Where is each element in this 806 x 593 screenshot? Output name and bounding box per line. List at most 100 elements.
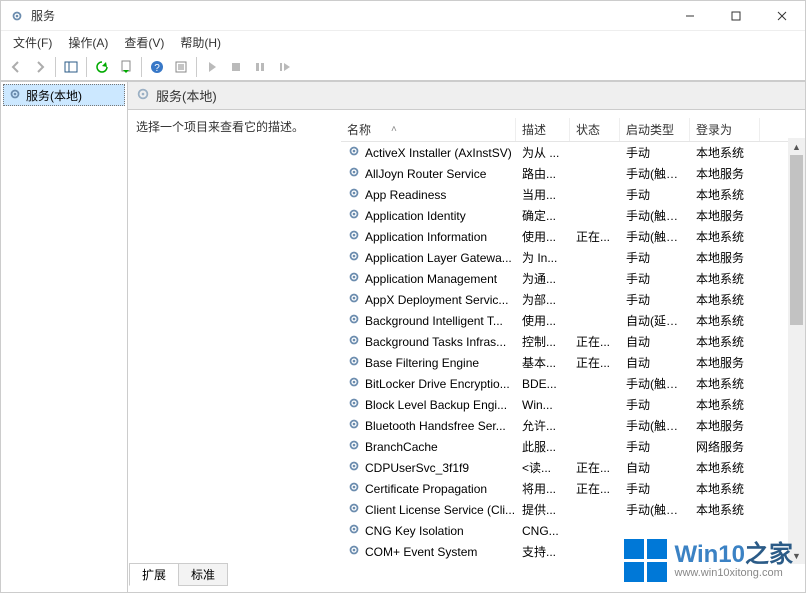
service-row[interactable]: Bluetooth Handsfree Ser...允许...手动(触发...本…	[341, 415, 805, 436]
service-logon: 本地系统	[690, 501, 760, 518]
menu-action[interactable]: 操作(A)	[60, 32, 116, 53]
vertical-scrollbar[interactable]: ▲ ▼	[788, 138, 805, 564]
scroll-down-button[interactable]: ▼	[788, 547, 805, 564]
service-row[interactable]: AllJoyn Router Service路由...手动(触发...本地服务	[341, 163, 805, 184]
service-logon: 本地系统	[690, 186, 760, 203]
service-row[interactable]: AppX Deployment Servic...为部...手动本地系统	[341, 289, 805, 310]
start-service-button[interactable]	[201, 56, 223, 78]
service-row[interactable]: App Readiness当用...手动本地系统	[341, 184, 805, 205]
service-row[interactable]: CNG Key IsolationCNG...	[341, 520, 805, 541]
service-row[interactable]: Block Level Backup Engi...Win...手动本地系统	[341, 394, 805, 415]
svg-text:?: ?	[154, 63, 160, 74]
column-description[interactable]: 描述	[516, 118, 570, 141]
gear-icon	[347, 144, 361, 161]
service-name: BranchCache	[365, 440, 438, 454]
tab-standard[interactable]: 标准	[178, 563, 228, 586]
service-startup: 自动	[620, 333, 690, 350]
column-name[interactable]: 名称	[341, 118, 516, 141]
service-name: Application Information	[365, 230, 487, 244]
gear-icon	[347, 543, 361, 560]
service-logon: 本地系统	[690, 375, 760, 392]
list-pane: 名称 描述 状态 启动类型 登录为 ActiveX Installer (AxI…	[341, 118, 805, 592]
gear-icon	[347, 291, 361, 308]
scroll-up-button[interactable]: ▲	[788, 138, 805, 155]
gear-icon	[347, 438, 361, 455]
window-controls	[667, 1, 805, 31]
service-row[interactable]: CDPUserSvc_3f1f9<读...正在...自动本地系统	[341, 457, 805, 478]
service-desc: 为 In...	[516, 249, 570, 266]
stop-service-button[interactable]	[225, 56, 247, 78]
minimize-button[interactable]	[667, 1, 713, 31]
service-desc: 将用...	[516, 480, 570, 497]
column-startup[interactable]: 启动类型	[620, 118, 690, 141]
service-name: ActiveX Installer (AxInstSV)	[365, 146, 512, 160]
service-row[interactable]: Application Information使用...正在...手动(触发..…	[341, 226, 805, 247]
gear-icon	[347, 228, 361, 245]
menubar: 文件(F) 操作(A) 查看(V) 帮助(H)	[1, 31, 805, 53]
content-area: 选择一个项目来查看它的描述。 名称 描述 状态 启动类型 登录为 ActiveX…	[128, 110, 805, 592]
list-header: 名称 描述 状态 启动类型 登录为	[341, 118, 805, 142]
service-desc: 确定...	[516, 207, 570, 224]
back-button[interactable]	[5, 56, 27, 78]
service-startup: 手动	[620, 144, 690, 161]
tree-root-item[interactable]: 服务(本地)	[3, 84, 125, 106]
service-desc: 允许...	[516, 417, 570, 434]
properties-button[interactable]	[170, 56, 192, 78]
gear-icon	[347, 417, 361, 434]
service-name: CDPUserSvc_3f1f9	[365, 461, 469, 475]
service-desc: 路由...	[516, 165, 570, 182]
column-logon[interactable]: 登录为	[690, 118, 760, 141]
pause-service-button[interactable]	[249, 56, 271, 78]
service-row[interactable]: Application Identity确定...手动(触发...本地服务	[341, 205, 805, 226]
service-row[interactable]: Application Layer Gatewa...为 In...手动本地服务	[341, 247, 805, 268]
service-row[interactable]: ActiveX Installer (AxInstSV)为从 ...手动本地系统	[341, 142, 805, 163]
export-button[interactable]	[115, 56, 137, 78]
service-state: 正在...	[570, 354, 620, 371]
service-row[interactable]: Background Intelligent T...使用...自动(延迟...…	[341, 310, 805, 331]
restart-service-button[interactable]	[273, 56, 295, 78]
menu-view[interactable]: 查看(V)	[116, 32, 172, 53]
service-name: BitLocker Drive Encryptio...	[365, 377, 510, 391]
service-startup: 手动(触发...	[620, 228, 690, 245]
service-row[interactable]: BitLocker Drive Encryptio...BDE...手动(触发.…	[341, 373, 805, 394]
service-row[interactable]: Background Tasks Infras...控制...正在...自动本地…	[341, 331, 805, 352]
service-row[interactable]: Application Management为通...手动本地系统	[341, 268, 805, 289]
window-title: 服务	[31, 7, 55, 24]
show-hide-tree-button[interactable]	[60, 56, 82, 78]
detail-pane: 选择一个项目来查看它的描述。	[136, 118, 341, 592]
gear-icon	[347, 480, 361, 497]
service-row[interactable]: Client License Service (Cli...提供... 手动(触发…	[341, 499, 805, 520]
menu-help[interactable]: 帮助(H)	[172, 32, 229, 53]
gear-icon	[347, 375, 361, 392]
service-row[interactable]: Base Filtering Engine基本...正在...自动本地服务	[341, 352, 805, 373]
right-header-title: 服务(本地)	[156, 86, 217, 105]
service-startup: 自动	[620, 354, 690, 371]
service-startup: 手动	[620, 480, 690, 497]
main-area: 服务(本地) 服务(本地) 选择一个项目来查看它的描述。 名称 描述 状态 启动…	[1, 81, 805, 592]
service-desc: Win...	[516, 398, 570, 412]
refresh-button[interactable]	[91, 56, 113, 78]
menu-file[interactable]: 文件(F)	[5, 32, 60, 53]
tab-extended[interactable]: 扩展	[129, 563, 179, 586]
service-logon: 本地系统	[690, 459, 760, 476]
scroll-thumb[interactable]	[790, 155, 803, 325]
service-name: App Readiness	[365, 188, 446, 202]
service-desc: BDE...	[516, 377, 570, 391]
gear-icon	[347, 459, 361, 476]
gear-icon	[347, 354, 361, 371]
service-logon: 本地服务	[690, 165, 760, 182]
service-row[interactable]: Certificate Propagation将用...正在...手动本地系统	[341, 478, 805, 499]
help-button[interactable]: ?	[146, 56, 168, 78]
list-body[interactable]: ActiveX Installer (AxInstSV)为从 ...手动本地系统…	[341, 142, 805, 592]
service-desc: 提供...	[516, 501, 570, 518]
service-startup: 手动(触发...	[620, 501, 690, 518]
maximize-button[interactable]	[713, 1, 759, 31]
service-name: Client License Service (Cli...	[365, 503, 515, 517]
service-row[interactable]: COM+ Event System支持...	[341, 541, 805, 562]
close-button[interactable]	[759, 1, 805, 31]
service-row[interactable]: BranchCache此服...手动网络服务	[341, 436, 805, 457]
right-header: 服务(本地)	[128, 82, 805, 110]
forward-button[interactable]	[29, 56, 51, 78]
service-startup: 手动	[620, 186, 690, 203]
column-state[interactable]: 状态	[570, 118, 620, 141]
